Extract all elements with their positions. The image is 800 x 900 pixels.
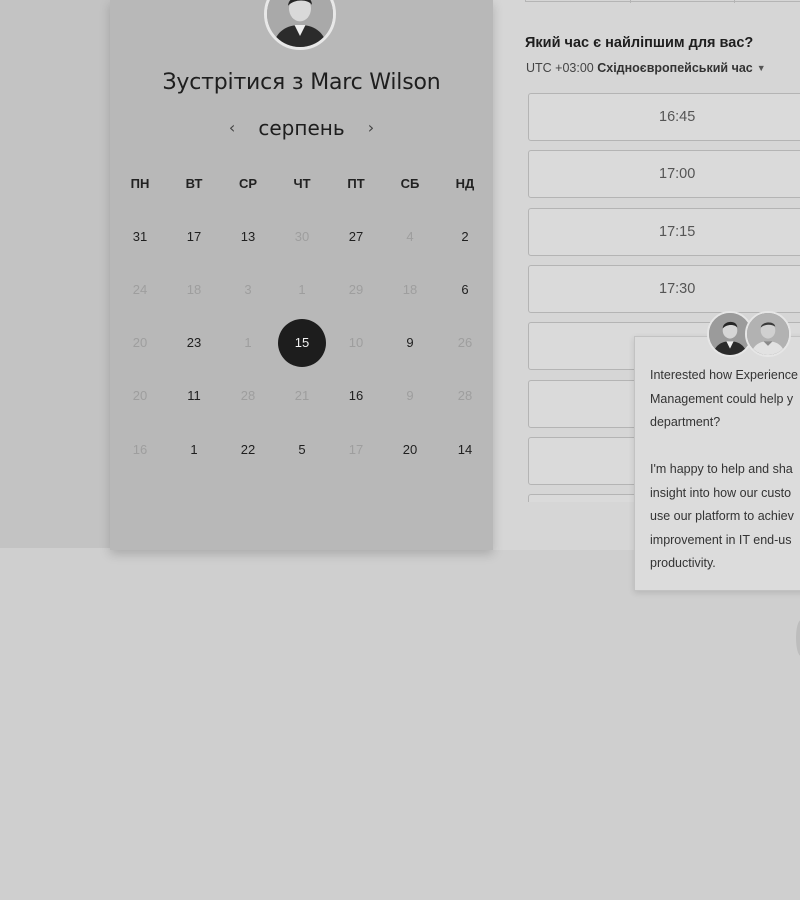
person-photo-icon bbox=[267, 0, 333, 47]
person-photo-icon bbox=[747, 313, 789, 355]
calendar-day: 18 bbox=[402, 282, 418, 297]
calendar-day: 21 bbox=[294, 388, 310, 403]
calendar-day[interactable]: 31 bbox=[120, 228, 160, 246]
timezone-name: Східноєвропейський час bbox=[597, 61, 753, 75]
weekday-label: СР bbox=[238, 176, 258, 191]
timezone-selector[interactable]: UTC +03:00 Східноєвропейський час ▼ bbox=[526, 61, 766, 75]
chat-text-line: use our platform to achiev bbox=[650, 509, 794, 523]
caret-down-icon: ▼ bbox=[756, 63, 766, 73]
top-tabs-edge bbox=[525, 0, 800, 3]
time-heading: Який час є найліпшим для вас? bbox=[525, 35, 754, 51]
meeting-title-prefix: Зустрітися з bbox=[162, 70, 304, 95]
calendar-day[interactable]: 17 bbox=[174, 228, 214, 246]
chat-text-line: insight into how our custo bbox=[650, 485, 792, 500]
calendar-day: 17 bbox=[348, 442, 364, 457]
calendar-day: 20 bbox=[132, 335, 148, 350]
calendar-week-row: 20 11 28 21 16 9 28 bbox=[112, 387, 492, 407]
calendar-day: 16 bbox=[132, 442, 148, 457]
calendar-day: 29 bbox=[348, 282, 364, 297]
chat-agent-avatar[interactable] bbox=[745, 311, 791, 357]
calendar-week-row: 16 1 22 5 17 20 14 bbox=[112, 441, 492, 461]
month-label: серпень bbox=[258, 116, 345, 140]
calendar-day: 28 bbox=[457, 388, 473, 403]
calendar-day[interactable]: 23 bbox=[174, 334, 214, 352]
calendar-day[interactable]: 16 bbox=[336, 387, 376, 405]
calendar-day[interactable]: 11 bbox=[174, 387, 214, 405]
chat-paragraph-gap bbox=[650, 435, 800, 459]
calendar-day: 26 bbox=[457, 335, 473, 350]
time-slot-button[interactable]: 17:00 bbox=[528, 150, 800, 199]
chat-text-line: productivity. bbox=[650, 556, 716, 570]
chat-popup[interactable]: Interested how Experience Management coul… bbox=[634, 336, 800, 591]
calendar-day[interactable]: 6 bbox=[445, 281, 485, 299]
chat-text-line: Interested how Experience bbox=[650, 368, 799, 382]
time-slot-button[interactable]: 16:45 bbox=[528, 93, 800, 141]
calendar-day: 1 bbox=[244, 335, 252, 350]
calendar-day[interactable]: 9 bbox=[390, 334, 430, 352]
calendar-day[interactable]: 13 bbox=[228, 228, 268, 246]
calendar-day[interactable]: 22 bbox=[228, 441, 268, 459]
calendar-day: 20 bbox=[132, 388, 148, 403]
calendar-day: 24 bbox=[132, 282, 148, 297]
calendar-day[interactable]: 14 bbox=[445, 441, 485, 459]
chat-message: Interested how Experience Management coul… bbox=[650, 364, 800, 576]
calendar-day[interactable]: 20 bbox=[390, 441, 430, 459]
weekday-label: ПТ bbox=[347, 176, 365, 191]
calendar-day: 9 bbox=[406, 388, 414, 403]
weekday-header-row: ПН ВТ СР ЧТ ПТ СБ НД bbox=[112, 175, 492, 195]
tab-separator bbox=[630, 0, 631, 3]
host-name: Marc Wilson bbox=[310, 70, 441, 95]
calendar-day: 28 bbox=[240, 388, 256, 403]
chat-text-line: department? bbox=[650, 415, 721, 429]
time-slot-button[interactable]: 17:15 bbox=[528, 207, 800, 256]
calendar-day: 3 bbox=[244, 282, 252, 297]
chat-text-line: I'm happy to help and sha bbox=[650, 462, 793, 476]
calendar-day: 1 bbox=[298, 282, 306, 297]
weekday-label: ЧТ bbox=[293, 176, 311, 191]
time-slot-button[interactable]: 17:30 bbox=[528, 264, 800, 313]
calendar-day[interactable]: 2 bbox=[445, 228, 485, 246]
calendar-day[interactable]: 5 bbox=[282, 441, 322, 459]
calendar-day[interactable]: 1 bbox=[174, 441, 214, 459]
prev-month-icon[interactable]: ‹ bbox=[220, 118, 244, 137]
calendar-day-selected[interactable]: 15 bbox=[278, 319, 326, 367]
meeting-title: Зустрітися з Marc Wilson bbox=[110, 70, 493, 95]
calendar-day: 10 bbox=[348, 335, 364, 350]
calendar-day: 18 bbox=[186, 282, 202, 297]
page-background-left bbox=[0, 0, 110, 548]
calendar-week-row: 24 18 3 1 29 18 6 bbox=[112, 281, 492, 301]
weekday-label: СБ bbox=[400, 176, 420, 191]
calendar-day: 30 bbox=[294, 229, 310, 244]
launcher-button-edge[interactable] bbox=[796, 620, 800, 656]
calendar-week-row: 31 17 13 30 27 4 2 bbox=[112, 228, 492, 248]
calendar-day: 4 bbox=[406, 229, 414, 244]
weekday-label: НД bbox=[455, 176, 475, 191]
next-month-icon[interactable]: › bbox=[359, 118, 383, 137]
calendar-week-row: 20 23 1 15 10 9 26 bbox=[112, 319, 492, 367]
timezone-offset: UTC +03:00 bbox=[526, 61, 594, 75]
month-navigation: ‹ серпень › bbox=[110, 116, 493, 140]
tab-separator bbox=[734, 0, 735, 3]
calendar-day[interactable]: 27 bbox=[336, 228, 376, 246]
chat-text-line: improvement in IT end-us bbox=[650, 532, 792, 547]
weekday-label: ВТ bbox=[185, 176, 203, 191]
weekday-label: ПН bbox=[130, 176, 150, 191]
chat-text-line: Management could help y bbox=[650, 391, 794, 406]
